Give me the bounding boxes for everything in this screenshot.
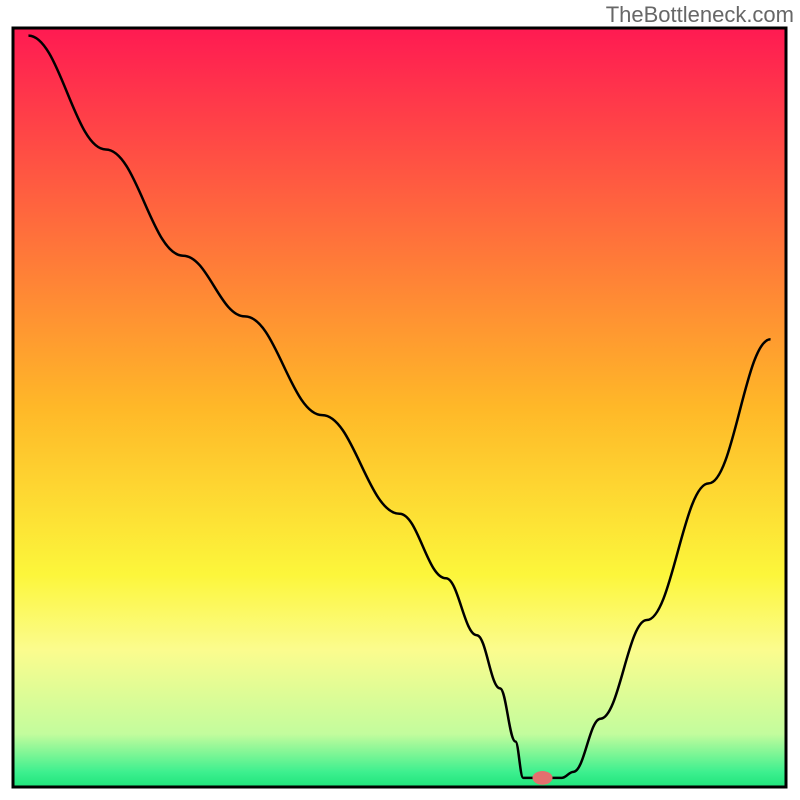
chart-background [13, 28, 786, 787]
watermark-label: TheBottleneck.com [606, 2, 794, 28]
chart-container: TheBottleneck.com [0, 0, 800, 800]
bottleneck-chart [0, 0, 800, 800]
bottleneck-marker [532, 771, 552, 785]
